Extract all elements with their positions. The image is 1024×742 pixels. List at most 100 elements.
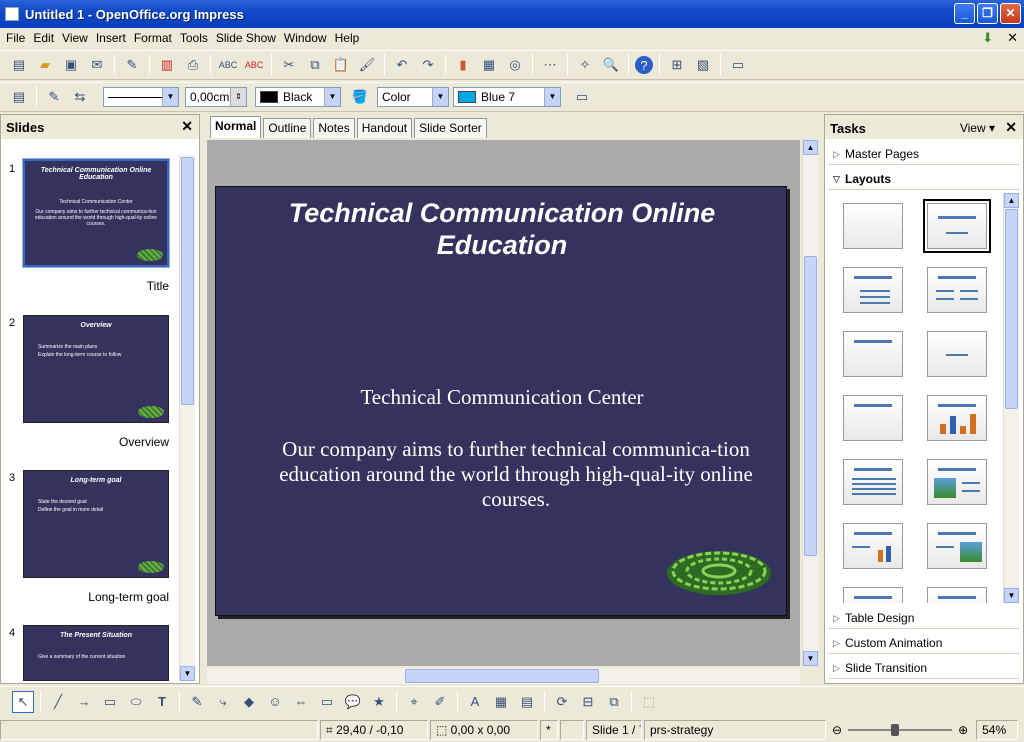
slide-show-icon[interactable]: ▭ xyxy=(727,54,749,76)
layout-title-slide[interactable] xyxy=(923,199,991,253)
alignment-icon[interactable]: ⊟ xyxy=(577,691,599,713)
layout-title-2-content-box[interactable] xyxy=(843,395,903,441)
line-tool-icon[interactable]: ╱ xyxy=(47,691,69,713)
section-slide-transition[interactable]: ▷ Slide Transition xyxy=(829,657,1019,679)
extrusion-icon[interactable]: ⬚ xyxy=(638,691,660,713)
table-icon[interactable]: ▦ xyxy=(478,54,500,76)
zoom-slider[interactable] xyxy=(848,724,953,736)
menu-slide-show[interactable]: Slide Show xyxy=(212,31,280,45)
points-icon[interactable]: ⌖ xyxy=(403,691,425,713)
layout-title-table[interactable] xyxy=(843,459,903,505)
area-fill-icon[interactable]: 🪣 xyxy=(349,86,371,108)
arrange-icon[interactable]: ⧉ xyxy=(603,691,625,713)
close-window-button[interactable]: ✕ xyxy=(1000,3,1021,24)
minimize-button[interactable]: _ xyxy=(954,3,975,24)
redo-icon[interactable]: ↷ xyxy=(417,54,439,76)
curve-tool-icon[interactable]: ✎ xyxy=(186,691,208,713)
stars-icon[interactable]: ★ xyxy=(368,691,390,713)
grid-icon[interactable]: ⋯ xyxy=(539,54,561,76)
copy-icon[interactable]: ⧉ xyxy=(304,54,326,76)
canvas-vertical-scrollbar[interactable]: ▲ ▼ xyxy=(802,140,818,666)
slide-title[interactable]: Technical Communication Online Education xyxy=(246,197,758,261)
cut-icon[interactable]: ✂ xyxy=(278,54,300,76)
gallery-icon[interactable]: ▤ xyxy=(516,691,538,713)
export-pdf-icon[interactable]: ▥ xyxy=(156,54,178,76)
layout-title-content[interactable] xyxy=(843,267,903,313)
arrow-style-icon[interactable]: ⇆ xyxy=(69,86,91,108)
shadow-icon[interactable]: ▭ xyxy=(571,86,593,108)
update-download-icon[interactable]: ⬇ xyxy=(982,30,993,46)
current-slide[interactable]: Technical Communication Online Education… xyxy=(215,186,787,616)
object-style-icon[interactable]: ▤ xyxy=(8,86,30,108)
close-tasks-pane-icon[interactable]: ✕ xyxy=(1005,119,1017,136)
tab-handout[interactable]: Handout xyxy=(356,118,413,138)
connector-tool-icon[interactable]: ⤷ xyxy=(212,691,234,713)
navigator-icon[interactable]: ✧ xyxy=(574,54,596,76)
layout-blank[interactable] xyxy=(843,203,903,249)
slide-body-text[interactable]: Our company aims to further technical co… xyxy=(271,437,761,512)
slides-pane-scrollbar[interactable]: ▼ xyxy=(179,155,195,681)
slide-canvas[interactable]: Technical Communication Online Education… xyxy=(207,140,800,666)
new-slide-icon[interactable]: ⊞ xyxy=(666,54,688,76)
menu-view[interactable]: View xyxy=(58,31,92,45)
spellcheck-icon[interactable]: ABC xyxy=(217,54,239,76)
zoom-in-icon[interactable]: ⊕ xyxy=(958,723,968,737)
line-arrow-tool-icon[interactable]: → xyxy=(73,691,95,713)
line-style-select[interactable]: ▼ xyxy=(103,87,179,107)
rectangle-tool-icon[interactable]: ▭ xyxy=(99,691,121,713)
section-master-pages[interactable]: ▷ Master Pages xyxy=(829,143,1019,165)
zoom-slider-knob[interactable] xyxy=(891,724,900,736)
help-icon[interactable]: ? xyxy=(635,56,653,74)
email-icon[interactable]: ✉ xyxy=(86,54,108,76)
open-folder-icon[interactable]: ▰ xyxy=(34,54,56,76)
glue-points-icon[interactable]: ✐ xyxy=(429,691,451,713)
restore-button[interactable]: ❐ xyxy=(977,3,998,24)
callouts-icon[interactable]: 💬 xyxy=(342,691,364,713)
block-arrows-icon[interactable]: ⇔ xyxy=(290,691,312,713)
slide-subtitle[interactable]: Technical Communication Center xyxy=(216,385,788,410)
layouts-scrollbar[interactable]: ▲ ▼ xyxy=(1003,193,1019,603)
menu-format[interactable]: Format xyxy=(130,31,176,45)
undo-icon[interactable]: ↶ xyxy=(391,54,413,76)
close-slides-pane-icon[interactable]: ✕ xyxy=(181,118,193,135)
menu-tools[interactable]: Tools xyxy=(176,31,212,45)
zoom-out-icon[interactable]: ⊖ xyxy=(832,723,842,737)
menu-insert[interactable]: Insert xyxy=(92,31,130,45)
autospellcheck-icon[interactable]: ABC xyxy=(243,54,265,76)
line-icon[interactable]: ✎ xyxy=(43,86,65,108)
tasks-view-menu[interactable]: View ▾ xyxy=(960,121,995,135)
fontwork-gallery-icon[interactable]: A xyxy=(464,691,486,713)
tab-normal[interactable]: Normal xyxy=(210,116,262,138)
slide-thumbnail[interactable]: Long-term goal State the desired goal Def… xyxy=(23,470,169,578)
clone-formatting-icon[interactable]: 🖌 xyxy=(356,54,378,76)
zoom-icon[interactable]: 🔍 xyxy=(600,54,622,76)
section-layouts[interactable]: ▽ Layouts xyxy=(829,168,1019,190)
menu-edit[interactable]: Edit xyxy=(29,31,58,45)
slide-design-icon[interactable]: ▧ xyxy=(692,54,714,76)
text-tool-icon[interactable]: T xyxy=(151,691,173,713)
layout-title-clipart-content[interactable] xyxy=(927,459,987,505)
select-arrow-icon[interactable]: ↖ xyxy=(12,690,34,713)
layout-title-only[interactable] xyxy=(843,331,903,377)
layout-title-content-chart[interactable] xyxy=(843,523,903,569)
tab-outline[interactable]: Outline xyxy=(263,118,312,138)
fontwork-icon[interactable]: ◎ xyxy=(504,54,526,76)
line-color-select[interactable]: Black ▼ xyxy=(255,87,341,107)
symbol-shapes-icon[interactable]: ☺ xyxy=(264,691,286,713)
slide-thumbnail[interactable]: The Present Situation Give a summary of … xyxy=(23,625,169,681)
section-custom-animation[interactable]: ▷ Custom Animation xyxy=(829,632,1019,654)
ellipse-tool-icon[interactable]: ⬭ xyxy=(125,691,147,713)
slide-thumbnail[interactable]: Technical Communication Online Education… xyxy=(23,159,169,267)
save-icon[interactable]: ▣ xyxy=(60,54,82,76)
edit-file-icon[interactable]: ✎ xyxy=(121,54,143,76)
new-document-icon[interactable]: ▤ xyxy=(8,54,30,76)
menu-help[interactable]: Help xyxy=(331,31,364,45)
close-document-icon[interactable]: ✕ xyxy=(1007,30,1018,46)
layout-centered-text[interactable] xyxy=(927,331,987,377)
rotate-icon[interactable]: ⟳ xyxy=(551,691,573,713)
layout-title-chart[interactable] xyxy=(927,395,987,441)
canvas-horizontal-scrollbar[interactable] xyxy=(207,668,800,684)
slide-thumbnail[interactable]: Overview Summarize the main plans Explain… xyxy=(23,315,169,423)
layout-partial[interactable] xyxy=(843,587,903,603)
fill-color-select[interactable]: Blue 7 ▼ xyxy=(453,87,561,107)
